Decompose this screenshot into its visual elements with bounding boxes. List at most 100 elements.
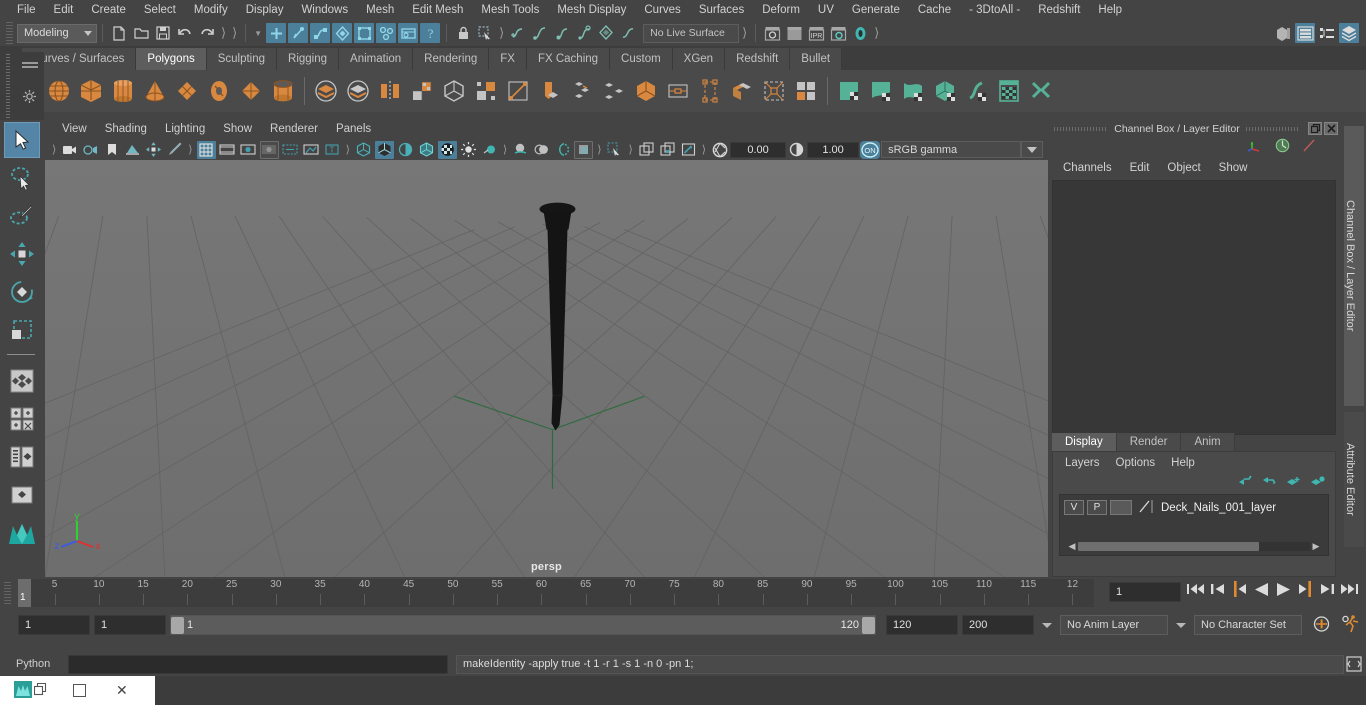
poly-target-weld-icon[interactable]: [663, 76, 693, 106]
animation-start-time-field[interactable]: 1: [18, 615, 90, 635]
close-window-icon[interactable]: ✕: [116, 682, 128, 699]
auto-key-icon[interactable]: [1312, 615, 1331, 636]
save-scene-icon[interactable]: [153, 23, 173, 43]
collapse-bracket[interactable]: ⟩: [699, 143, 709, 156]
outliner-icon[interactable]: [1295, 23, 1315, 43]
menu-item-mesh-tools[interactable]: Mesh Tools: [472, 0, 548, 20]
shelf-grip[interactable]: [6, 54, 10, 118]
select-by-object-icon[interactable]: [288, 23, 308, 43]
poly-bridge-icon[interactable]: [599, 76, 629, 106]
view-transform-chevron-down-icon[interactable]: [1021, 141, 1043, 158]
uv-planar-icon[interactable]: [866, 76, 896, 106]
xray-active-components-icon[interactable]: [679, 141, 698, 159]
time-slider[interactable]: 1 51015202530354045505560657075808590951…: [18, 579, 1094, 607]
poly-boolean-union-icon[interactable]: [311, 76, 341, 106]
use-all-lights-icon[interactable]: [480, 141, 499, 159]
move-tool[interactable]: [4, 236, 40, 272]
uv-editor-icon[interactable]: [834, 76, 864, 106]
menu-item-file[interactable]: File: [8, 0, 45, 20]
make-live-icon[interactable]: [596, 23, 616, 43]
2d-pan-zoom-icon[interactable]: [144, 141, 163, 159]
shelf-tab-animation[interactable]: Animation: [339, 48, 413, 70]
lasso-select-tool[interactable]: [4, 160, 40, 196]
shadows-icon[interactable]: [511, 141, 530, 159]
shelf-menu-icon[interactable]: [22, 62, 38, 69]
shelf-tab-polygons[interactable]: Polygons: [136, 48, 206, 70]
channel-box-menu-edit[interactable]: Edit: [1121, 162, 1159, 174]
layer-playback-toggle[interactable]: P: [1087, 500, 1107, 515]
isolate-select-icon[interactable]: [605, 141, 624, 159]
panel-grip-right[interactable]: [1246, 127, 1300, 131]
poly-cube-icon[interactable]: [76, 76, 106, 106]
single-perspective-view-layout[interactable]: [4, 363, 40, 399]
collapse-bracket-2[interactable]: ⟩: [229, 25, 240, 41]
maya-app-icon[interactable]: [14, 681, 32, 701]
grid-toggle-icon[interactable]: [197, 141, 216, 159]
layer-tab-display[interactable]: Display: [1052, 433, 1117, 452]
viewport-menu-view[interactable]: View: [53, 120, 96, 139]
menu-item-create[interactable]: Create: [82, 0, 135, 20]
viewport-3d[interactable]: y x z persp: [45, 160, 1048, 577]
four-view-layout[interactable]: [4, 401, 40, 437]
time-slider-grip[interactable]: [4, 582, 11, 604]
menu-item-generate[interactable]: Generate: [843, 0, 909, 20]
poly-boolean-difference-icon[interactable]: [343, 76, 373, 106]
anim-layer-chevron-down-icon[interactable]: [1042, 623, 1052, 628]
texture-toggle-icon[interactable]: [438, 141, 457, 159]
layer-color-swatch[interactable]: [1110, 500, 1132, 515]
channel-box-menu-show[interactable]: Show: [1210, 162, 1257, 174]
redo-render-icon[interactable]: [784, 23, 804, 43]
select-by-hierarchy-icon[interactable]: [266, 23, 286, 43]
collapse-bracket[interactable]: ⟩: [500, 143, 510, 156]
ipr-render-icon[interactable]: IPR: [806, 23, 826, 43]
layer-menu-help[interactable]: Help: [1163, 457, 1203, 469]
select-tool[interactable]: [4, 122, 40, 158]
resolution-gate-icon[interactable]: [239, 141, 258, 159]
select-by-component-icon[interactable]: [310, 23, 330, 43]
redo-icon[interactable]: [197, 23, 217, 43]
image-plane-icon[interactable]: [123, 141, 142, 159]
restore-icon[interactable]: [1308, 122, 1322, 135]
snap-retain-icon[interactable]: [618, 23, 638, 43]
render-current-frame-icon[interactable]: [762, 23, 782, 43]
shelf-tab-redshift[interactable]: Redshift: [725, 48, 790, 70]
uv-layout-icon[interactable]: [994, 76, 1024, 106]
poly-quad-draw-icon[interactable]: [759, 76, 789, 106]
menu-item-edit-mesh[interactable]: Edit Mesh: [403, 0, 472, 20]
menu-item-windows[interactable]: Windows: [292, 0, 357, 20]
channel-box-content[interactable]: [1052, 180, 1336, 435]
exposure-icon[interactable]: [710, 141, 729, 159]
new-layer-icon[interactable]: [1286, 475, 1301, 490]
step-back-frame-icon[interactable]: [1232, 581, 1247, 600]
viewport-menu-shading[interactable]: Shading: [96, 120, 156, 139]
menu-item-mesh[interactable]: Mesh: [357, 0, 403, 20]
anim-layers-icon[interactable]: [1274, 138, 1291, 156]
playback-end-time-field[interactable]: 120: [886, 615, 958, 635]
panel-grip[interactable]: [1054, 127, 1108, 131]
snap-to-view-plane-icon[interactable]: [398, 23, 418, 43]
channel-box-menu-object[interactable]: Object: [1158, 162, 1209, 174]
restore-window-icon[interactable]: [34, 683, 47, 699]
wireframe-shading-icon[interactable]: [354, 141, 373, 159]
maya-logo-icon[interactable]: [4, 515, 40, 551]
undo-icon[interactable]: [175, 23, 195, 43]
uv-cylindrical-icon[interactable]: [898, 76, 928, 106]
xray-joints-icon[interactable]: [658, 141, 677, 159]
shelf-tab-custom[interactable]: Custom: [610, 48, 673, 70]
command-input[interactable]: [68, 655, 448, 674]
help-icon[interactable]: ?: [420, 23, 440, 43]
scroll-right-icon[interactable]: ▶: [1310, 541, 1322, 553]
status-line-grip[interactable]: [6, 22, 13, 44]
open-scene-icon[interactable]: [131, 23, 151, 43]
film-gate-icon[interactable]: [218, 141, 237, 159]
scale-tool[interactable]: [4, 312, 40, 348]
snap-to-point-icon[interactable]: [376, 23, 396, 43]
uv-snapshot-icon[interactable]: [1026, 76, 1056, 106]
exposure-field[interactable]: 0.00: [730, 142, 786, 158]
gamma-icon[interactable]: [787, 141, 806, 159]
close-icon[interactable]: [1324, 122, 1338, 135]
collapse-bracket[interactable]: ⟩: [625, 143, 635, 156]
layer-menu-layers[interactable]: Layers: [1057, 457, 1108, 469]
rotate-tool[interactable]: [4, 274, 40, 310]
collapse-bracket[interactable]: ⟩: [185, 143, 195, 156]
